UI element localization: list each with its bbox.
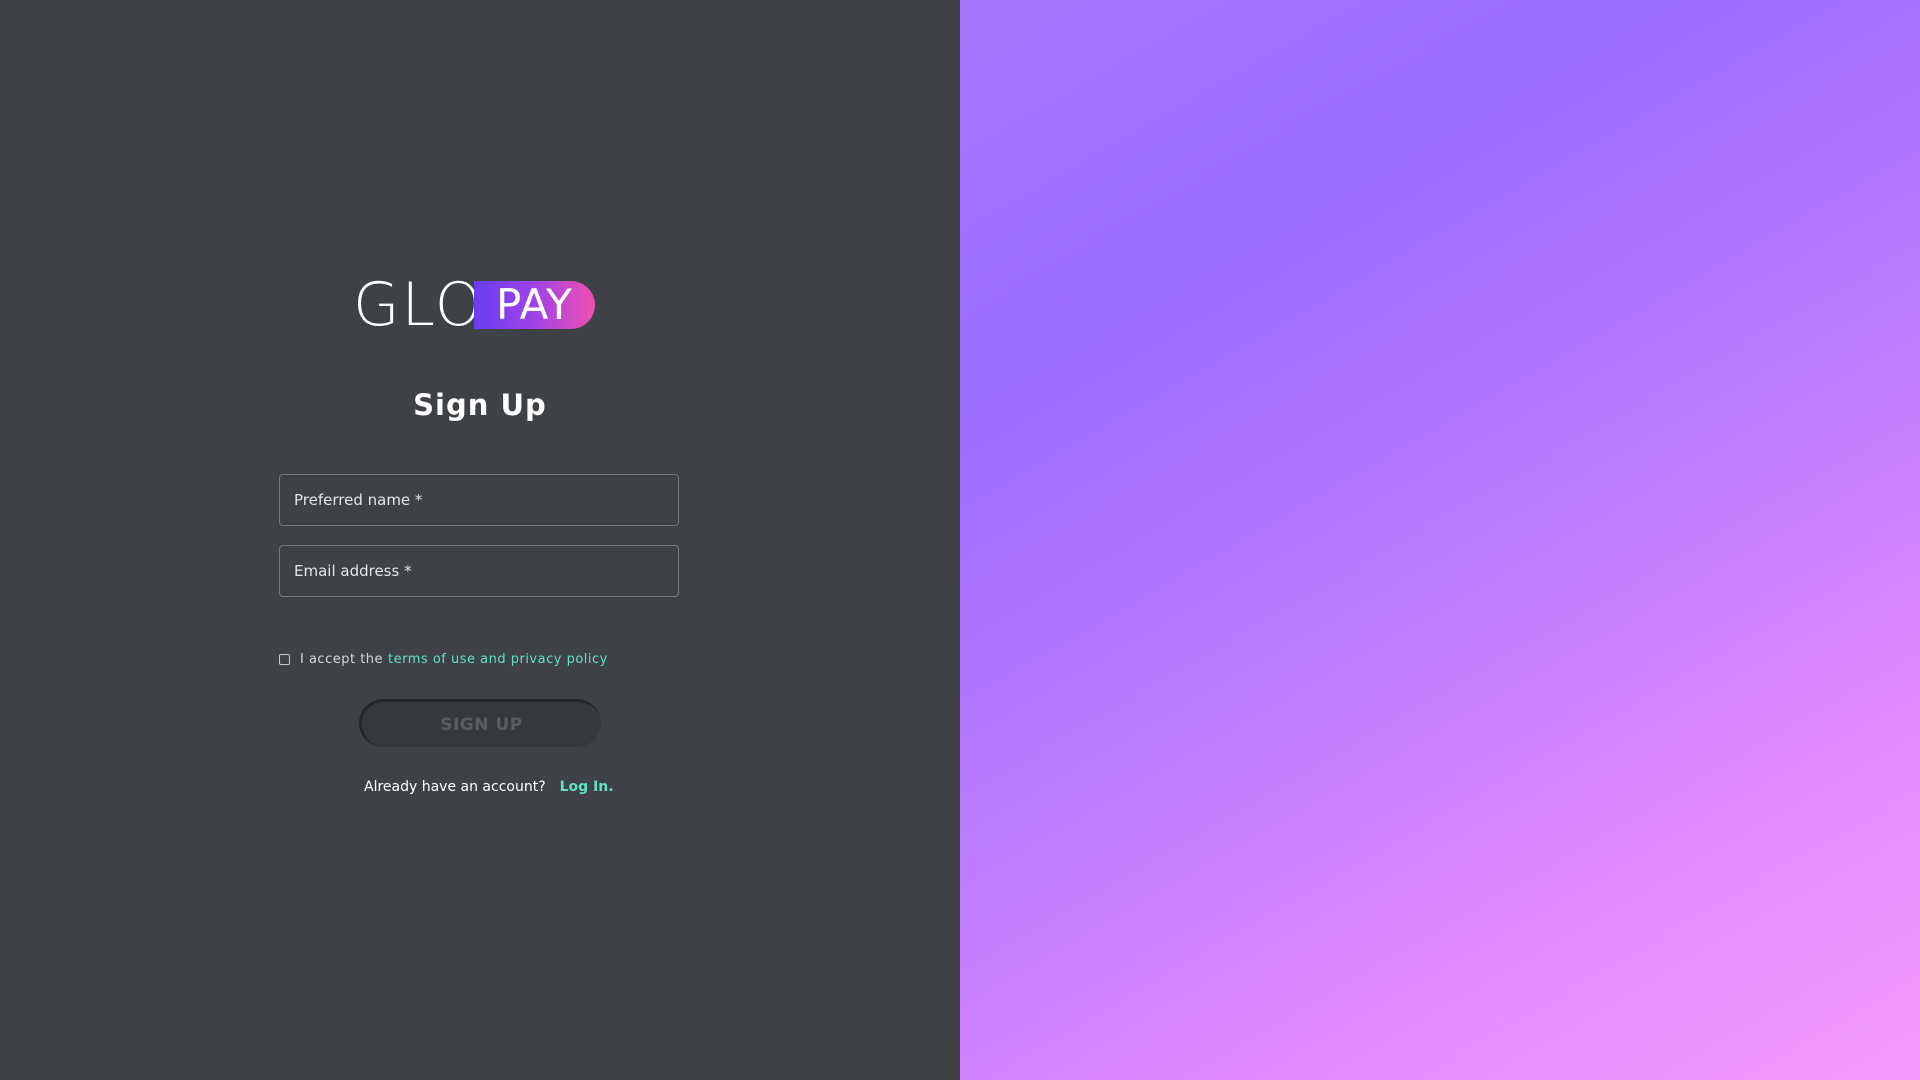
login-prompt-text: Already have an account? (364, 779, 546, 795)
terms-prefix-text: I accept the (300, 652, 384, 667)
email-input[interactable] (280, 546, 678, 596)
login-row: Already have an account? Log In. (364, 779, 614, 795)
gradient-panel (960, 0, 1920, 1080)
signup-panel: GLO PAY Sign Up I accept the terms of us… (0, 0, 960, 1080)
terms-row: I accept the terms of use and privacy po… (279, 652, 608, 667)
logo-glo-text: GLO (353, 270, 485, 340)
terms-link[interactable]: terms of use and privacy policy (388, 652, 608, 667)
preferred-name-input[interactable] (280, 475, 678, 525)
preferred-name-field[interactable] (279, 474, 679, 526)
log-in-link[interactable]: Log In. (560, 779, 614, 795)
signup-page: GLO PAY Sign Up I accept the terms of us… (0, 0, 1920, 1080)
page-title: Sign Up (413, 388, 547, 422)
email-field[interactable] (279, 545, 679, 597)
sign-up-button[interactable]: SIGN UP (359, 699, 601, 747)
logo-pay-badge: PAY (474, 281, 595, 329)
terms-checkbox[interactable] (279, 654, 290, 665)
glopay-logo: GLO PAY (353, 270, 609, 340)
